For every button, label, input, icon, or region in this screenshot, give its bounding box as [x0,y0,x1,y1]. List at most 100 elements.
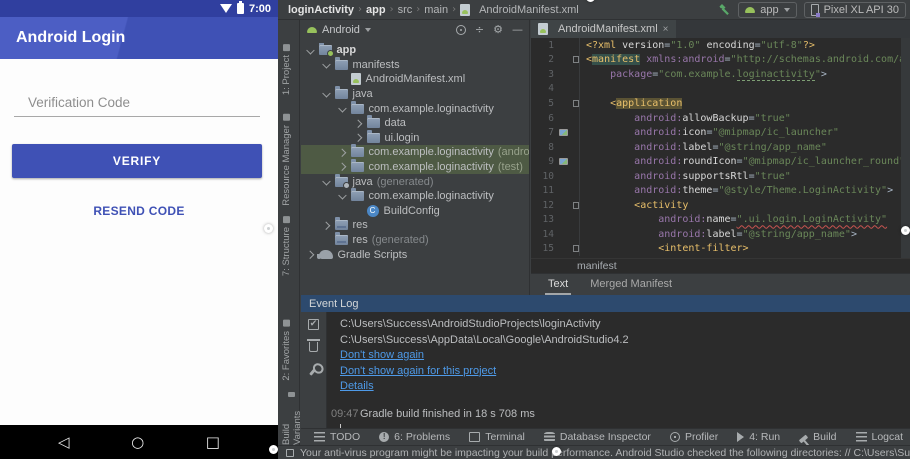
tree-item[interactable]: res [301,217,529,233]
verify-button[interactable]: VERIFY [12,144,262,178]
tab-merged-manifest[interactable]: Merged Manifest [587,274,675,295]
tool-window-button-6-problems[interactable]: ! 6: Problems [379,431,450,443]
status-bar-message: Your anti-virus program might be impacti… [300,446,910,459]
tree-expand-arrow[interactable] [322,60,331,69]
tool-window-button-2-favorites[interactable]: 2: Favorites [281,320,292,381]
fold-marker-icon[interactable] [573,56,579,64]
selection-handle[interactable] [269,445,278,454]
code-text: <intent-filter> [580,243,748,254]
code-token: "true" [754,112,791,124]
select-opened-file-icon[interactable] [455,24,466,35]
fold-marker-icon[interactable] [573,201,579,209]
run-config-selector[interactable]: app [738,1,797,18]
tree-expand-arrow[interactable] [322,89,331,98]
tree-item[interactable]: com.example.loginactivity [301,100,529,116]
tool-window-button-7-structure[interactable]: 7: Structure [281,216,292,276]
event-log-path: C:\Users\Success\AppData\Local\Google\An… [340,333,629,346]
tree-expand-arrow[interactable] [321,221,330,230]
log-settings-icon[interactable] [309,366,318,376]
event-log-link[interactable]: Details [340,380,374,392]
code-line: 13 android:name=".ui.login.LoginActivity… [531,212,901,228]
status-notification-icon[interactable] [286,448,294,457]
tree-item[interactable]: java (generated) [301,173,529,189]
tree-item[interactable]: Gradle Scripts [301,247,529,262]
editor-scrollbar[interactable] [901,38,910,258]
tree-item[interactable]: data [301,115,529,131]
breadcrumb-manifest[interactable]: manifest [577,260,617,272]
breadcrumb-item-main[interactable]: main [424,4,448,16]
close-tab-icon[interactable]: × [663,24,669,35]
event-log-link[interactable]: Don't show again for this project [340,365,496,377]
selection-handle[interactable] [264,224,273,233]
code-token: xmlns:android [646,54,725,66]
tree-expand-arrow[interactable] [322,177,331,185]
android-nav-bar: ◁ ○ □ [0,425,278,459]
tree-expand-arrow[interactable] [306,45,315,54]
code-line: 15 <intent-filter> [531,241,901,257]
tool-window-button-todo[interactable]: TODO [314,431,360,443]
home-button[interactable]: ○ [131,433,144,451]
breadcrumb-item-androidmanifest-xml[interactable]: AndroidManifest.xml [479,4,579,16]
tab-text[interactable]: Text [545,274,572,295]
package-folder-icon [366,129,380,143]
fold-marker-icon[interactable] [573,99,579,107]
tool-window-button-terminal[interactable]: Terminal [469,431,525,443]
tree-expand-arrow[interactable] [305,250,314,259]
tree-item[interactable]: ui.login [301,129,529,146]
selection-handle[interactable] [901,226,910,235]
tool-window-button-build[interactable]: Build [798,431,837,444]
tree-item[interactable]: res (generated) [301,232,529,248]
back-button[interactable]: ◁ [58,433,70,451]
hide-panel-icon[interactable]: — [512,23,523,36]
tree-item[interactable]: com.example.loginactivity (test) [301,159,529,175]
tree-expand-arrow[interactable] [353,119,362,128]
tree-expand-arrow[interactable] [337,163,346,171]
gutter-cell [557,213,570,228]
resend-code-link[interactable]: RESEND CODE [0,204,278,218]
tool-window-button-profiler[interactable]: Profiler [669,431,718,443]
project-tree: app manifests AndroidManifest.xml java com.e… [301,43,529,295]
tool-window-label: Resource Manager [281,125,292,206]
tool-window-button-logcat[interactable]: Logcat [855,431,903,443]
tool-window-button-database-inspector[interactable]: Database Inspector [543,431,651,443]
breadcrumb-item-app[interactable]: app [366,4,386,16]
tool-window-button-1-project[interactable]: 1: Project [281,44,292,95]
recents-button[interactable]: □ [206,433,220,451]
event-log-link[interactable]: Don't show again [340,349,424,361]
tree-expand-arrow[interactable] [337,148,346,157]
verification-code-input[interactable]: Verification Code [28,95,130,110]
build-hammer-icon[interactable] [718,3,731,16]
tool-window-button-4-run[interactable]: 4: Run [737,431,780,443]
collapse-all-icon[interactable]: ÷ [475,23,484,36]
tree-item[interactable]: com.example.loginactivity [301,188,529,204]
tool-window-label: 1: Project [281,55,292,96]
event-log-header[interactable]: Event Log [301,295,910,312]
fold-marker-icon[interactable] [573,245,579,253]
tree-item[interactable]: AndroidManifest.xml [301,72,529,87]
clear-log-icon[interactable] [307,339,320,352]
tool-window-button-build-variants[interactable]: Build Variants [281,392,303,445]
project-panel: Android ÷ ⚙ — app manifests AndroidManifes… [301,20,530,295]
breadcrumb-item-loginactivity[interactable]: loginActivity [288,4,354,16]
settings-gear-icon[interactable]: ⚙ [493,23,503,36]
tree-item[interactable]: com.example.loginactivity(androidTest) [301,144,529,160]
selection-handle[interactable] [552,447,561,456]
tree-item[interactable]: app [301,43,529,58]
editor-tab-androidmanifest[interactable]: AndroidManifest.xml × [531,20,676,38]
breadcrumb-item-src[interactable]: src [398,4,413,16]
project-view-selector[interactable]: Android [322,24,360,36]
code-editor[interactable]: 1 <?xml version="1.0" encoding="utf-8"?> 2… [531,38,901,258]
tree-expand-arrow[interactable] [338,191,347,200]
tree-item[interactable]: java [301,86,529,102]
tree-item[interactable]: manifests [301,56,529,73]
code-text: <manifest xmlns:android="http://schemas.… [580,54,901,66]
tool-window-button-resource-manager[interactable]: Resource Manager [281,114,292,206]
preview-image-icon [559,129,568,137]
mark-all-read-icon[interactable]: ✔ [308,319,319,330]
tree-expand-arrow[interactable] [353,133,362,142]
tree-expand-arrow[interactable] [338,104,347,112]
code-line: 5 <application [531,96,901,111]
device-selector[interactable]: Pixel XL API 30 [803,1,906,18]
tree-item[interactable]: BuildConfig [301,204,529,219]
code-token: <?xml [586,39,623,51]
